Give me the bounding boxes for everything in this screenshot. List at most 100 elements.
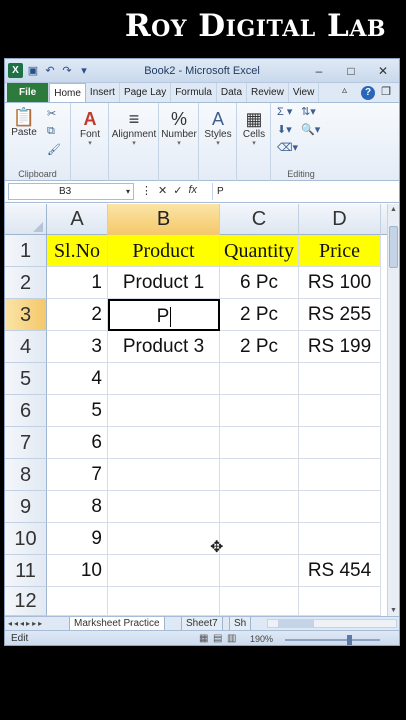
vertical-scrollbar[interactable]: ▲ ▼ [387,204,399,616]
maximize-button[interactable]: □ [335,59,367,83]
cell-c2[interactable]: 6 Pc [220,267,299,299]
row-header[interactable]: 2 [5,267,47,299]
close-button[interactable]: ✕ [367,59,399,83]
tab-insert[interactable]: Insert [86,83,120,102]
column-header-c[interactable]: C [220,204,299,235]
save-icon[interactable]: ▣ [26,64,40,77]
cell-c4[interactable]: 2 Pc [220,331,299,363]
column-header-d[interactable]: D [299,204,381,235]
tab-formulas[interactable]: Formula [171,83,217,102]
vertical-scroll-thumb[interactable] [389,226,398,268]
cell-a3[interactable]: 2 [47,299,108,331]
row-header[interactable]: 11 [5,555,47,587]
cell-d6[interactable] [299,395,381,427]
ribbon-minimize-icon[interactable]: ▵ [342,85,347,96]
cell-a1[interactable]: Sl.No [47,235,108,267]
horizontal-scrollbar[interactable] [267,619,397,628]
cell-c5[interactable] [220,363,299,395]
cell-c7[interactable] [220,427,299,459]
cell-b1[interactable]: Product [108,235,220,267]
cancel-entry-icon[interactable]: ✕ [158,184,167,197]
cell-b7[interactable] [108,427,220,459]
zoom-slider-knob[interactable] [347,635,352,645]
tab-page-layout[interactable]: Page Lay [120,83,172,102]
row-header[interactable]: 8 [5,459,47,491]
scroll-up-icon[interactable]: ▲ [388,206,399,213]
cell-d11[interactable]: RS 454 [299,555,381,587]
cell-b11[interactable] [108,555,220,587]
cell-d1[interactable]: Price [299,235,381,267]
row-header[interactable]: 12 [5,587,47,616]
cell-d8[interactable] [299,459,381,491]
sheet-navigation-icon[interactable]: ◂◂◂▸▸▸ [8,617,44,630]
find-select-icon[interactable]: 🔍▾ [301,123,320,136]
cell-a7[interactable]: 6 [47,427,108,459]
copy-icon[interactable]: ⧉ [47,125,55,138]
tab-home[interactable]: Home [49,83,86,102]
sheet-tab-sheet7[interactable]: Sheet7 [181,617,223,631]
tab-data[interactable]: Data [217,83,248,102]
cell-c8[interactable] [220,459,299,491]
cell-a8[interactable]: 7 [47,459,108,491]
restore-window-icon[interactable]: ❐ [381,85,391,98]
cell-a9[interactable]: 8 [47,491,108,523]
tab-file[interactable]: File [7,83,50,102]
sheet-tab-partial[interactable]: Sh [229,617,252,631]
row-header[interactable]: 3 [5,299,47,331]
cell-a6[interactable]: 5 [47,395,108,427]
row-header[interactable]: 10 [5,523,47,555]
formula-input[interactable]: P [212,183,396,200]
cell-b9[interactable] [108,491,220,523]
cell-a11[interactable]: 10 [47,555,108,587]
cell-d4[interactable]: RS 199 [299,331,381,363]
tab-review[interactable]: Review [247,83,289,102]
cell-b2[interactable]: Product 1 [108,267,220,299]
name-box[interactable]: B3 ▾ [8,183,134,200]
confirm-entry-icon[interactable]: ✓ [173,184,182,197]
insert-function-icon[interactable]: fx [188,184,197,197]
row-header[interactable]: 1 [5,235,47,267]
customize-toolbar-icon[interactable]: ▾ [77,64,91,77]
help-icon[interactable]: ? [361,86,375,100]
cell-b8[interactable] [108,459,220,491]
zoom-level[interactable]: 190% [250,634,273,644]
scroll-down-icon[interactable]: ▼ [388,607,399,614]
redo-icon[interactable]: ↷ [60,64,74,77]
cell-c9[interactable] [220,491,299,523]
autosum-icon[interactable]: Σ ▾ [277,105,292,118]
tab-view[interactable]: View [289,83,320,102]
cell-d2[interactable]: RS 100 [299,267,381,299]
clear-icon[interactable]: ⌫▾ [277,141,298,154]
cell-d9[interactable] [299,491,381,523]
cell-a12[interactable] [47,587,108,616]
cell-b10[interactable] [108,523,220,555]
cell-c11[interactable] [220,555,299,587]
format-painter-icon[interactable]: 🖌 [47,143,61,156]
cell-c10[interactable] [220,523,299,555]
cells-group[interactable]: ▦ Cells ▾ [237,103,271,181]
styles-group[interactable]: A Styles ▾ [199,103,237,181]
row-header[interactable]: 5 [5,363,47,395]
cell-a4[interactable]: 3 [47,331,108,363]
select-all-button[interactable] [5,204,47,235]
cell-a10[interactable]: 9 [47,523,108,555]
minimize-button[interactable]: – [303,59,335,83]
row-header[interactable]: 7 [5,427,47,459]
cell-b5[interactable] [108,363,220,395]
zoom-slider[interactable] [285,635,380,645]
number-group[interactable]: % Number ▾ [159,103,199,181]
name-box-dropdown-icon[interactable]: ▾ [126,184,130,199]
cell-b4[interactable]: Product 3 [108,331,220,363]
sort-filter-icon[interactable]: ⇅▾ [301,105,316,118]
cell-d7[interactable] [299,427,381,459]
excel-logo-icon[interactable]: X [8,63,23,78]
page-layout-view-icon[interactable]: ▤ [213,633,222,644]
horizontal-scroll-thumb[interactable] [278,620,314,627]
cell-a2[interactable]: 1 [47,267,108,299]
sheet-tab-marksheet-practice[interactable]: Marksheet Practice [69,617,165,631]
cell-c1[interactable]: Quantity [220,235,299,267]
undo-icon[interactable]: ↶ [43,64,57,77]
fill-icon[interactable]: ⬇▾ [277,123,292,136]
cell-b12[interactable] [108,587,220,616]
row-header[interactable]: 4 [5,331,47,363]
